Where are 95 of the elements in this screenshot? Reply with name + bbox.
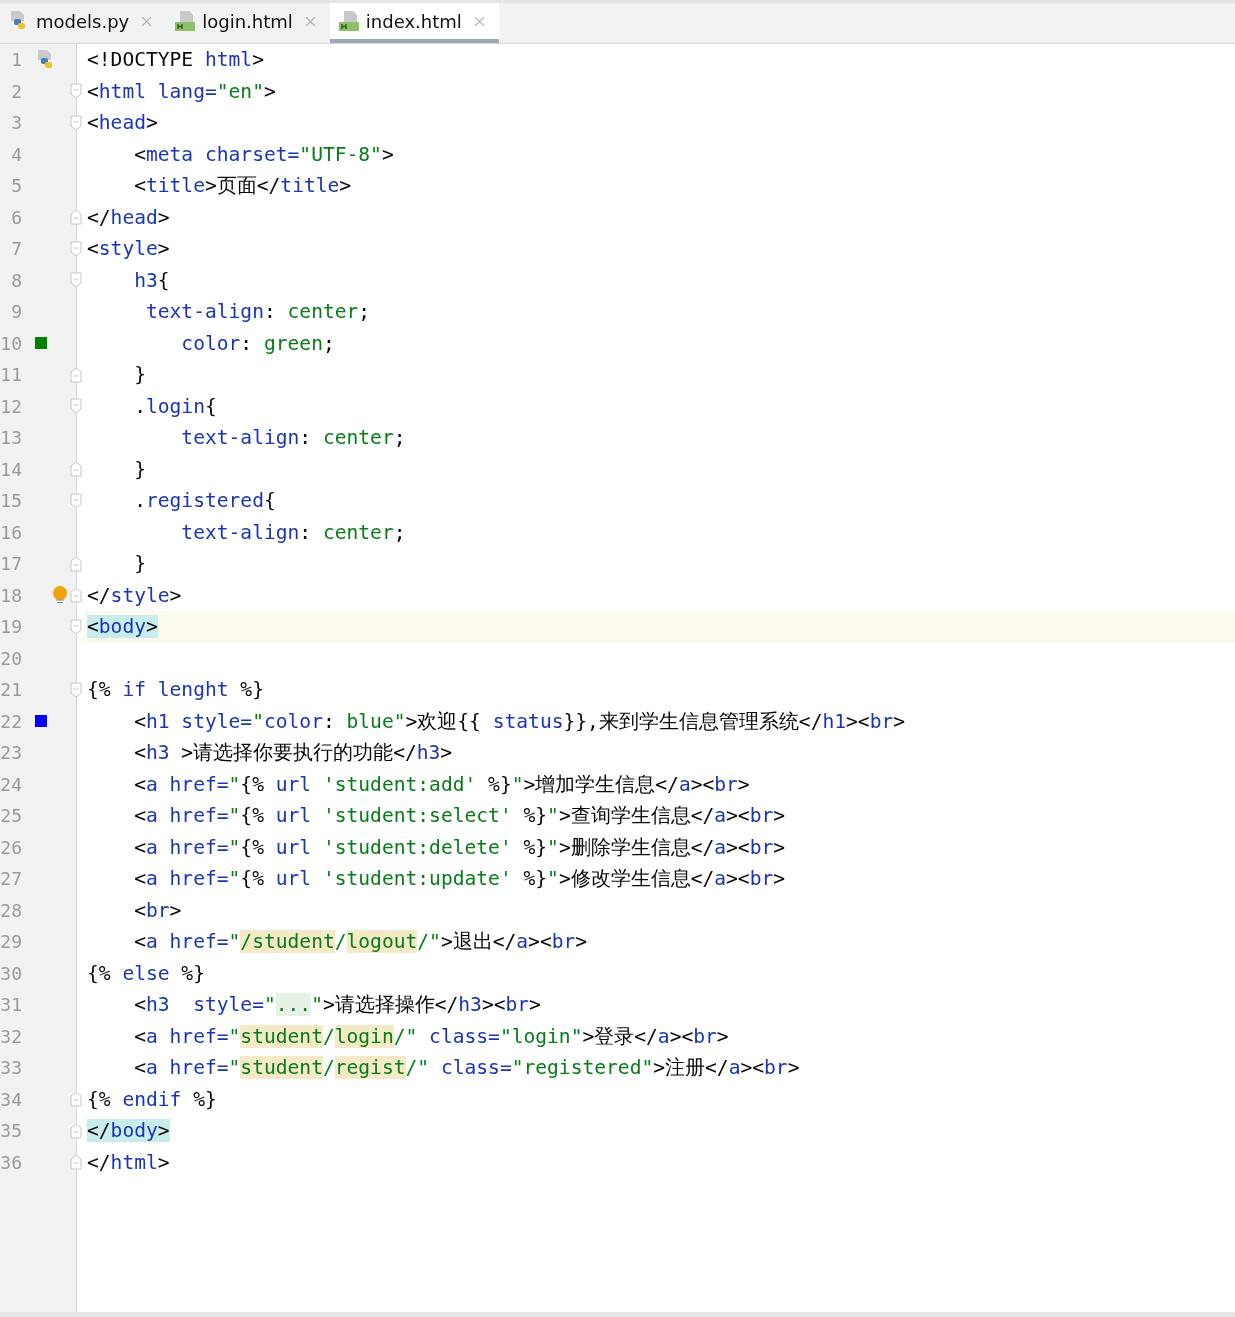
code-line: } [133,551,147,577]
line-number: 29 [0,931,22,953]
code-line: <a href="{% url 'student:delete' %}">删除学生信息</a><br> [133,834,787,861]
line-number: 32 [0,1025,22,1047]
line-number: 5 [10,175,22,197]
code-line: <h3 >请选择你要执行的功能</h3> [133,740,454,766]
line-number: 19 [0,616,22,638]
line-number: 20 [0,647,22,669]
line-number: 17 [0,553,22,575]
fold-marker-icon[interactable] [70,398,82,415]
line-number: 13 [0,427,22,449]
line-number: 3 [10,112,22,134]
code-line: text-align: center; [144,299,372,325]
line-number: 25 [0,805,22,827]
line-number: 9 [10,301,22,323]
close-icon[interactable] [141,15,153,27]
line-number: 21 [0,679,22,701]
close-icon[interactable] [473,15,485,27]
line-number: 22 [0,710,22,732]
code-line: <a href="student/regist/" class="registered">注册</a><br> [133,1055,801,1081]
code-line: color: green; [180,330,336,357]
line-number: 26 [0,836,22,858]
code-line: <!DOCTYPE html> [86,47,265,73]
line-number: 10 [0,332,22,354]
fold-marker-icon[interactable] [70,1122,82,1139]
fold-marker-icon[interactable] [70,555,82,572]
fold-marker-icon[interactable] [70,1154,82,1171]
code-line: } [133,362,147,388]
code-line: <title>页面</title> [133,173,353,199]
code-line: h3{ [133,267,171,294]
lightbulb-icon[interactable] [52,584,68,605]
code-line: <br> [133,897,183,924]
file-tab[interactable]: index.html [329,3,499,43]
line-number: 33 [0,1057,22,1079]
code-line: <a href="student/login/" class="login">登录</a><br> [133,1023,730,1050]
code-line: } [133,456,147,483]
code-line: <a href="/student/logout/">退出</a><br> [133,929,589,955]
line-number: 23 [0,742,22,764]
fold-marker-icon[interactable] [70,366,82,383]
code-line: .registered{ [133,488,277,514]
line-number: 24 [0,773,22,795]
code-line: <html lang="en"> [86,78,277,105]
code-line: </html> [86,1149,171,1176]
code-line: <style> [86,236,171,262]
close-icon[interactable] [304,15,316,27]
line-number: 27 [0,868,22,890]
fold-marker-icon[interactable] [70,492,82,509]
line-number: 4 [10,143,22,165]
code-line: </head> [86,204,171,231]
fold-marker-icon[interactable] [70,461,82,478]
code-line: text-align: center; [180,519,407,546]
line-number: 6 [10,206,22,228]
file-tab[interactable]: login.html [166,3,330,43]
fold-marker-icon[interactable] [70,1091,82,1108]
fold-marker-icon[interactable] [70,272,82,289]
code-line: </style> [86,582,183,609]
code-line: <a href="{% url 'student:add' %}">增加学生信息</a><br> [133,771,751,798]
line-number: 15 [0,490,22,512]
code-line: {% if lenght %} [86,677,265,703]
code-line: </body> [86,1118,171,1144]
line-number: 28 [0,899,22,921]
html-file-icon [174,10,197,32]
file-tab[interactable]: models.py [0,3,167,43]
html-file-icon [337,10,360,32]
code-line: {% else %} [86,960,206,987]
code-line: {% endif %} [86,1086,218,1113]
line-number: 30 [0,962,22,984]
line-number: 36 [0,1151,22,1173]
code-line: .login{ [133,393,218,420]
line-number: 11 [0,364,22,386]
fold-marker-icon[interactable] [70,114,82,131]
fold-marker-icon[interactable] [70,618,82,635]
code-line: <h3 style="...">请选择操作</h3><br> [133,992,542,1018]
line-number: 16 [0,521,22,543]
line-number: 31 [0,994,22,1016]
fold-marker-icon[interactable] [70,681,82,698]
code-line: <head> [86,110,159,136]
fold-marker-icon[interactable] [70,83,82,100]
line-number: 35 [0,1120,22,1142]
code-line: <meta charset="UTF-8"> [133,141,395,168]
line-number: 18 [0,584,22,606]
fold-marker-icon[interactable] [70,240,82,257]
line-number: 14 [0,458,22,480]
line-number: 12 [0,395,22,417]
code-line: <h1 style="color: blue">欢迎{{ status}},来到学生信息管理系统</h1><br> [133,708,907,735]
line-number: 8 [10,269,22,291]
line-number: 2 [10,80,22,102]
line-number: 34 [0,1088,22,1110]
code-line: <a href="{% url 'student:update' %}">修改学生信息</a><br> [133,866,787,892]
fold-marker-icon[interactable] [70,587,82,604]
code-line: text-align: center; [180,425,407,451]
line-number: 1 [10,49,22,71]
fold-marker-icon[interactable] [70,209,82,226]
code-line: <a href="{% url 'student:select' %}">查询学生信息</a><br> [133,803,787,829]
line-number: 7 [10,238,22,260]
